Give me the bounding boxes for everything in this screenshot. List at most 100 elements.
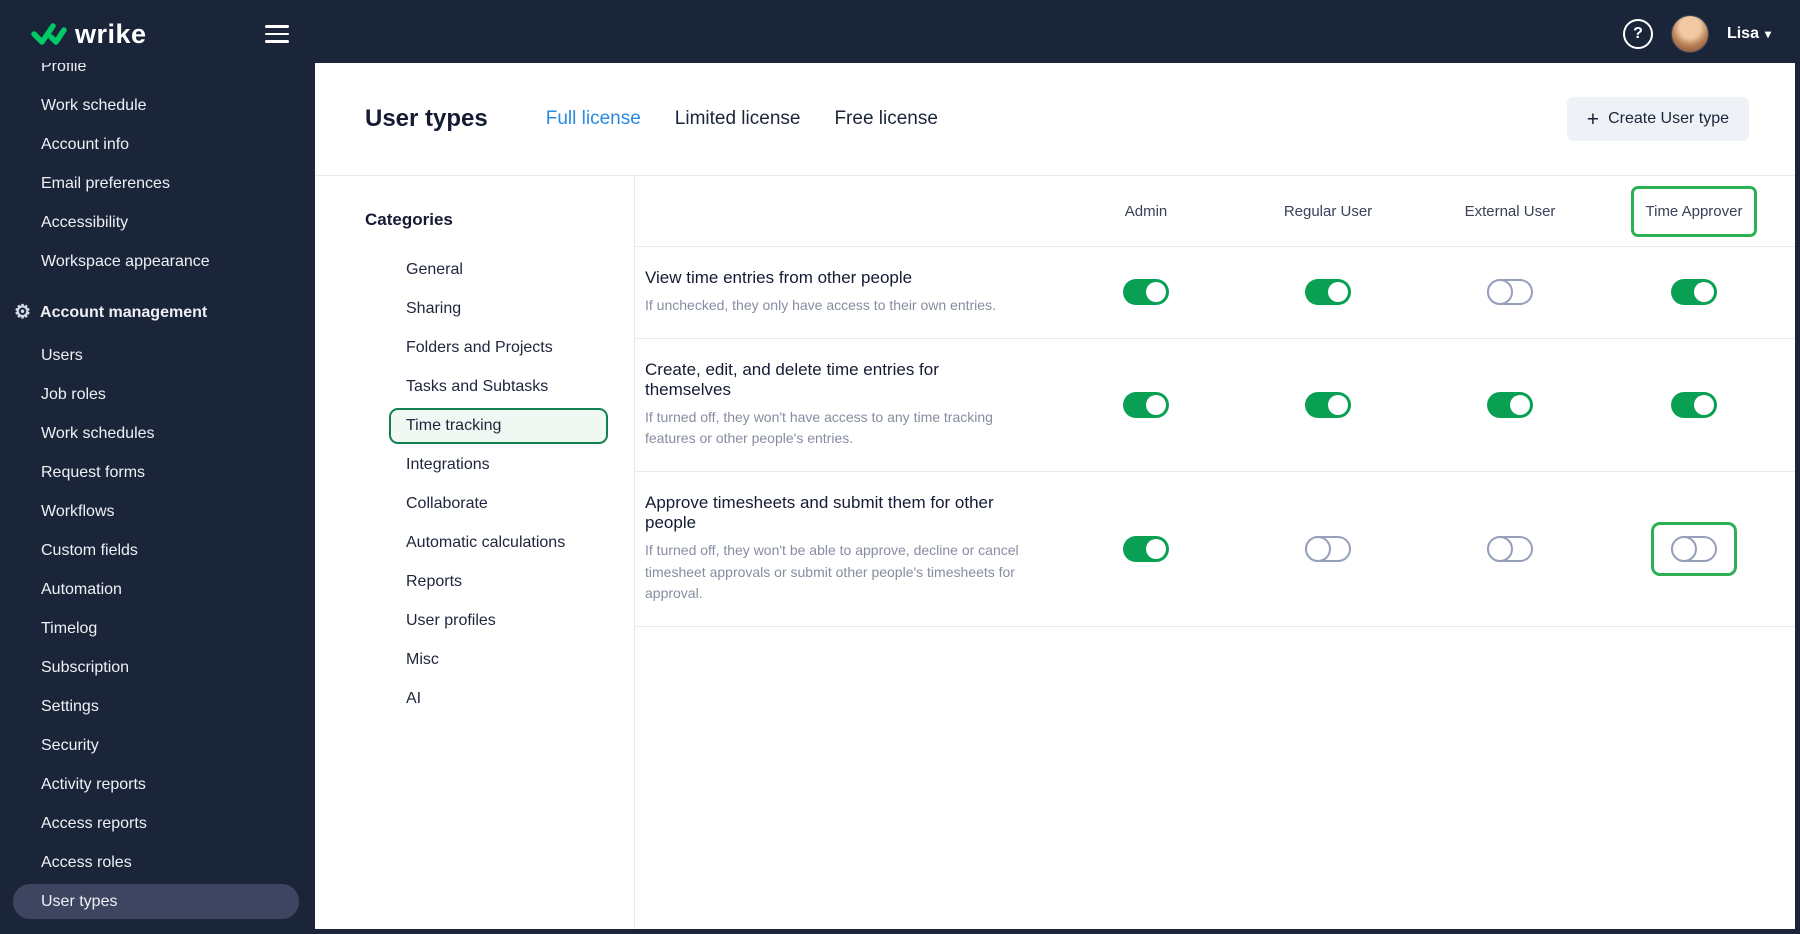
page-header: User types Full license Limited license Fr… [315,63,1795,175]
toggle-knob [1328,282,1348,303]
permission-row: View time entries from other people If un… [635,247,1795,339]
sidebar-item-access-roles[interactable]: Access roles [5,843,315,882]
toggle-time-approver[interactable] [1671,536,1717,563]
sidebar-item-access-reports[interactable]: Access reports [5,804,315,843]
sidebar-item-workspace-appearance[interactable]: Workspace appearance [5,242,315,281]
column-header-label: Admin [1124,202,1168,220]
toggle-knob [1328,394,1348,415]
content-area: Categories General Sharing Folders and Pro… [315,175,1795,929]
wrike-logo-icon [31,22,67,45]
sidebar-item-label: Workflows [41,503,115,520]
toggle-regular-user[interactable] [1305,536,1351,563]
toggle-time-approver[interactable] [1671,391,1717,418]
permission-title: Create, edit, and delete time entries fo… [645,359,939,399]
permission-text: Create, edit, and delete time entries fo… [645,360,1055,450]
category-item-automatic-calculations[interactable]: Automatic calculations [389,525,608,561]
toggle-knob [1305,536,1331,563]
sidebar-item-email-preferences[interactable]: Email preferences [5,164,315,203]
toggle-knob [1694,394,1714,415]
tab-free-license[interactable]: Free license [834,108,938,130]
sidebar-item-label: Account management [40,304,208,321]
sidebar-item-workflows[interactable]: Workflows [5,492,315,531]
category-item-reports[interactable]: Reports [389,564,608,600]
sidebar-item-account-info[interactable]: Account info [5,125,315,164]
sidebar-item-timelog[interactable]: Timelog [5,609,315,648]
sidebar-item-users[interactable]: Users [5,336,315,375]
category-item-time-tracking[interactable]: Time tracking [389,408,608,444]
sidebar-item-label: Custom fields [41,542,138,559]
create-user-type-label: Create User type [1608,110,1729,127]
sidebar-item-custom-fields[interactable]: Custom fields [5,531,315,570]
sidebar-item-label: Security [41,737,99,754]
toggle-external-user[interactable] [1487,279,1533,306]
category-item-sharing[interactable]: Sharing [389,291,608,327]
sidebar-item-label: Timelog [41,620,98,637]
sidebar-item-account-management[interactable]: ⚙ Account management [5,293,315,332]
topbar: wrike ? Lisa ▾ [5,5,1795,63]
toggle-cell [1055,279,1237,306]
sidebar-item-label: Work schedule [41,97,147,114]
permission-row: Approve timesheets and submit them for o… [635,472,1795,628]
toggle-knob [1487,279,1513,306]
table-header: Admin Regular User External User Time Appro… [635,176,1795,247]
user-menu[interactable]: Lisa ▾ [1727,25,1771,43]
category-item-collaborate[interactable]: Collaborate [389,486,608,522]
category-item-folders-and-projects[interactable]: Folders and Projects [389,330,608,366]
toggle-admin[interactable] [1123,536,1169,563]
categories-title: Categories [365,210,453,229]
sidebar-item-settings[interactable]: Settings [5,687,315,726]
sidebar-item-user-types[interactable]: User types [13,884,299,919]
toggle-cell [1237,391,1419,418]
category-item-tasks-and-subtasks[interactable]: Tasks and Subtasks [389,369,608,405]
sidebar-item-activity-reports[interactable]: Activity reports [5,765,315,804]
permissions-table: Admin Regular User External User Time Appro… [635,176,1795,929]
create-user-type-button[interactable]: + Create User type [1566,97,1749,141]
permission-text: View time entries from other people If un… [645,268,1055,317]
wrike-logo[interactable]: wrike [31,19,147,50]
sidebar-item-accessibility[interactable]: Accessibility [5,203,315,242]
sidebar-item-label: Automation [41,581,122,598]
toggle-admin[interactable] [1123,279,1169,306]
toggle-cell [1419,536,1601,563]
chevron-down-icon: ▾ [1764,27,1771,41]
permission-row: Create, edit, and delete time entries fo… [635,339,1795,473]
toggle-external-user[interactable] [1487,536,1533,563]
toggle-knob [1146,539,1166,560]
toggle-time-approver[interactable] [1671,279,1717,306]
category-item-integrations[interactable]: Integrations [389,447,608,483]
category-item-general[interactable]: General [389,252,608,288]
sidebar-item-label: Work schedules [41,425,155,442]
tab-limited-license[interactable]: Limited license [675,108,801,130]
wrike-logo-text: wrike [75,18,147,49]
user-avatar[interactable] [1670,15,1709,53]
sidebar-item-security[interactable]: Security [5,726,315,765]
toggle-external-user[interactable] [1487,391,1533,418]
sidebar-item-work-schedule[interactable]: Work schedule [5,86,315,125]
hamburger-menu-icon[interactable] [264,25,289,43]
sidebar-item-request-forms[interactable]: Request forms [5,453,315,492]
toggle-cell [1601,279,1787,306]
toggle-regular-user[interactable] [1305,279,1351,306]
sidebar-item-subscription[interactable]: Subscription [5,648,315,687]
sidebar-item-automation[interactable]: Automation [5,570,315,609]
user-name: Lisa [1726,25,1759,42]
plus-icon: + [1586,107,1600,131]
toggle-admin[interactable] [1123,391,1169,418]
sidebar-item-label: Access reports [41,815,147,832]
category-item-misc[interactable]: Misc [389,642,608,678]
sidebar-item-job-roles[interactable]: Job roles [5,375,315,414]
sidebar-nav: Profile Work schedule Account info Email pr… [5,63,315,919]
sidebar-item-label: Job roles [41,386,106,403]
sidebar-item-label: Workspace appearance [41,253,210,270]
tab-full-license[interactable]: Full license [546,108,641,130]
category-item-user-profiles[interactable]: User profiles [389,603,608,639]
toggle-cell [1237,536,1419,563]
category-item-ai[interactable]: AI [389,681,608,717]
help-icon[interactable]: ? [1622,19,1653,49]
sidebar-item-work-schedules[interactable]: Work schedules [5,414,315,453]
sidebar-item-label: Profile [41,63,87,75]
sidebar-item-label: Settings [41,698,99,715]
topbar-right: ? Lisa ▾ [1622,15,1771,53]
sidebar-item-profile[interactable]: Profile [5,63,315,86]
toggle-regular-user[interactable] [1305,391,1351,418]
